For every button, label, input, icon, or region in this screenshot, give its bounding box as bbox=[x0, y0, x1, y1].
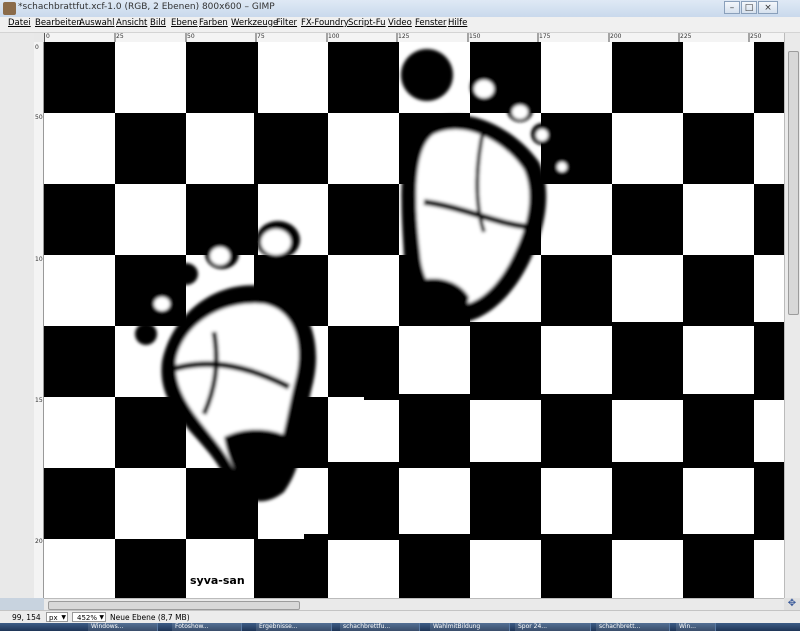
taskbar-item[interactable]: Win... bbox=[676, 623, 716, 631]
menu-bild[interactable]: Bild bbox=[150, 18, 166, 28]
ruler-v-label: 200 bbox=[35, 538, 43, 545]
ruler-v-label: 50 bbox=[35, 114, 43, 121]
title-bar: *schachbrattfut.xcf-1.0 (RGB, 2 Ebenen) … bbox=[0, 0, 800, 18]
ruler-h-ticks bbox=[44, 33, 750, 42]
unit-select[interactable]: px ▼ bbox=[46, 612, 68, 622]
watermark-text: syva-san bbox=[190, 574, 245, 587]
vertical-scroll-thumb[interactable] bbox=[788, 51, 799, 315]
left-footprint bbox=[135, 221, 317, 502]
right-footprint bbox=[401, 49, 572, 324]
menu-werkzeuge[interactable]: Werkzeuge bbox=[231, 18, 278, 28]
close-icon[interactable]: × bbox=[758, 1, 778, 14]
layer-info: Neue Ebene (8,7 MB) bbox=[110, 613, 190, 622]
taskbar-item[interactable]: schachbrett... bbox=[596, 623, 670, 631]
vertical-ruler[interactable]: 0 50 100 150 200 bbox=[34, 42, 44, 598]
menu-auswahl[interactable]: Auswahl bbox=[79, 18, 115, 28]
taskbar-item[interactable]: Spor 24... bbox=[515, 623, 591, 631]
footprints-artwork bbox=[135, 49, 572, 502]
pointer-coordinates: 99, 154 bbox=[12, 613, 41, 622]
menu-script-fu[interactable]: Script-Fu bbox=[348, 18, 386, 28]
image-canvas[interactable]: syva-san bbox=[44, 42, 784, 598]
menu-datei[interactable]: Datei bbox=[8, 18, 31, 28]
menu-bar: Datei Bearbeiten Auswahl Ansicht Bild Eb… bbox=[0, 17, 800, 33]
ruler-v-label: 100 bbox=[35, 256, 43, 263]
menu-ansicht[interactable]: Ansicht bbox=[116, 18, 147, 28]
menu-hilfe[interactable]: Hilfe bbox=[448, 18, 467, 28]
horizontal-scroll-thumb[interactable] bbox=[48, 601, 300, 610]
taskbar-item[interactable]: WahlmitBildung bbox=[430, 623, 510, 631]
taskbar: Windows... Fotoshow... Ergebnisse... sch… bbox=[0, 623, 800, 631]
vertical-scrollbar[interactable] bbox=[784, 33, 800, 598]
menu-filter[interactable]: Filter bbox=[276, 18, 297, 28]
status-bar: 99, 154 px ▼ 452% ▼ Neue Ebene (8,7 MB) bbox=[0, 610, 800, 624]
chevron-down-icon: ▼ bbox=[61, 614, 66, 621]
chevron-down-icon: ▼ bbox=[99, 614, 104, 621]
minimize-icon[interactable]: – bbox=[724, 1, 740, 14]
ruler-v-label: 150 bbox=[35, 397, 43, 404]
gimp-app-icon bbox=[3, 2, 16, 15]
ruler-v-label: 0 bbox=[35, 44, 39, 51]
menu-fx-foundry[interactable]: FX-Foundry bbox=[301, 18, 349, 28]
maximize-icon[interactable]: □ bbox=[741, 1, 757, 14]
menu-video[interactable]: Video bbox=[388, 18, 412, 28]
menu-farben[interactable]: Farben bbox=[199, 18, 228, 28]
window-title: *schachbrattfut.xcf-1.0 (RGB, 2 Ebenen) … bbox=[18, 2, 275, 12]
menu-fenster[interactable]: Fenster bbox=[415, 18, 447, 28]
navigate-icon[interactable]: ✥ bbox=[784, 598, 800, 610]
menu-ebene[interactable]: Ebene bbox=[171, 18, 198, 28]
taskbar-item[interactable]: Fotoshow... bbox=[172, 623, 242, 631]
desktop-strip bbox=[0, 33, 34, 598]
zoom-select[interactable]: 452% ▼ bbox=[72, 612, 106, 622]
menu-bearbeiten[interactable]: Bearbeiten bbox=[35, 18, 82, 28]
taskbar-item[interactable]: Windows... bbox=[88, 623, 158, 631]
taskbar-item[interactable]: schachbrettfu... bbox=[340, 623, 420, 631]
taskbar-item[interactable]: Ergebnisse... bbox=[256, 623, 332, 631]
